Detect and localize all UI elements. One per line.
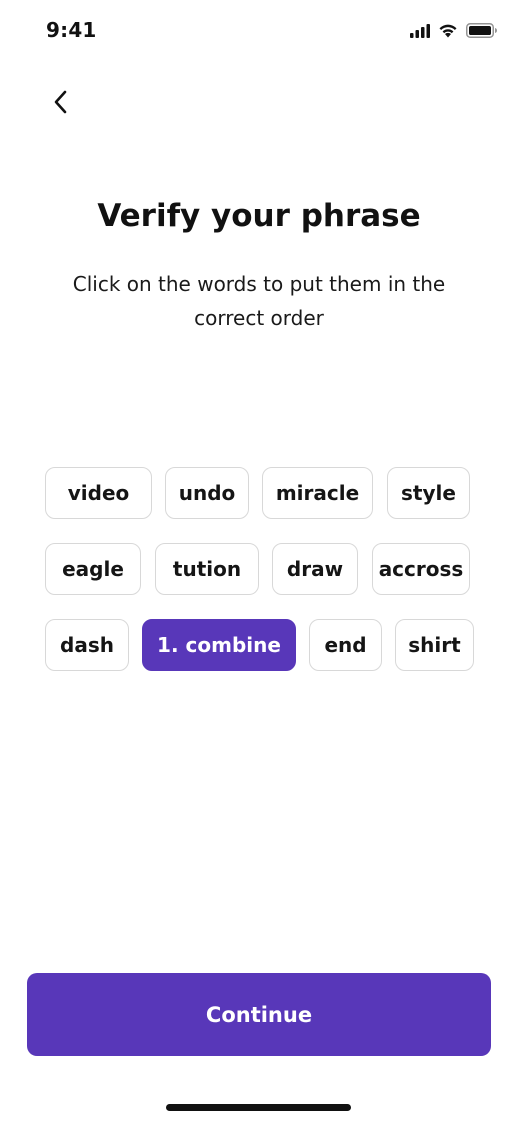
word-chip-video[interactable]: video — [45, 467, 152, 519]
status-time: 9:41 — [46, 18, 97, 42]
chevron-left-icon — [50, 89, 70, 119]
word-chip-combine-selected[interactable]: 1. combine — [142, 619, 296, 671]
word-chip-end[interactable]: end — [309, 619, 382, 671]
wifi-icon — [438, 23, 458, 42]
word-chip-draw[interactable]: draw — [272, 543, 358, 595]
cellular-signal-icon — [410, 23, 430, 42]
status-icons — [410, 22, 498, 42]
continue-button[interactable]: Continue — [27, 973, 491, 1056]
word-chip-style[interactable]: style — [387, 467, 470, 519]
page-title: Verify your phrase — [97, 198, 421, 234]
word-chip-miracle[interactable]: miracle — [262, 467, 373, 519]
back-button[interactable] — [40, 84, 80, 124]
word-chip-shirt[interactable]: shirt — [395, 619, 474, 671]
word-chip-undo[interactable]: undo — [165, 467, 249, 519]
status-bar: 9:41 — [0, 0, 518, 62]
page-subtitle: Click on the words to put them in the co… — [72, 272, 446, 330]
word-chip-tution[interactable]: tution — [155, 543, 259, 595]
word-chip-dash[interactable]: dash — [45, 619, 129, 671]
home-indicator — [166, 1104, 351, 1111]
battery-icon — [466, 22, 498, 42]
word-chip-accross[interactable]: accross — [372, 543, 470, 595]
word-chip-eagle[interactable]: eagle — [45, 543, 141, 595]
